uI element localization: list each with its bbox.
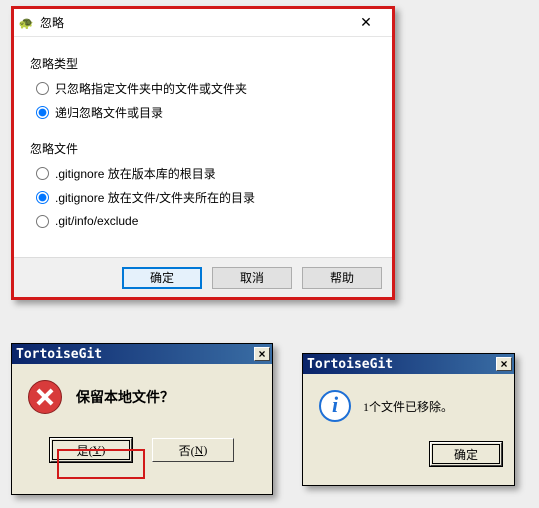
close-button[interactable]: ×: [496, 357, 512, 371]
titlebar: TortoiseGit ×: [12, 344, 272, 364]
radio-ignore-type-recursive[interactable]: 递归忽略文件或目录: [36, 102, 376, 122]
cancel-button[interactable]: 取消: [212, 267, 292, 289]
btn-prefix: 否(: [179, 442, 195, 459]
yes-button[interactable]: 是(Y): [50, 438, 132, 462]
close-button[interactable]: ×: [254, 347, 270, 361]
info-icon: [319, 390, 351, 422]
keep-local-dialog: TortoiseGit × 保留本地文件？ 是(Y) 否(N): [11, 343, 273, 495]
btn-mnemonic: N: [195, 443, 204, 458]
window-title: TortoiseGit: [307, 357, 496, 372]
btn-suffix: ): [203, 443, 207, 458]
radio-label: .gitignore 放在版本库的根目录: [55, 165, 216, 182]
titlebar: TortoiseGit ×: [303, 354, 514, 374]
dialog-body: 1个文件已移除。: [303, 374, 514, 422]
btn-mnemonic: Y: [93, 443, 102, 458]
radio-gitignore-local[interactable]: .gitignore 放在文件/文件夹所在的目录: [36, 187, 376, 207]
radio-gitignore-root[interactable]: .gitignore 放在版本库的根目录: [36, 163, 376, 183]
btn-prefix: 是(: [77, 442, 93, 459]
window-title: TortoiseGit: [16, 347, 254, 362]
dialog-footer: 确定 取消 帮助: [14, 257, 392, 297]
radio-input[interactable]: [36, 215, 49, 228]
group-ignore-type-label: 忽略类型: [30, 55, 376, 72]
ignore-dialog: 🐢 忽略 ✕ 忽略类型 只忽略指定文件夹中的文件或文件夹 递归忽略文件或目录 忽…: [11, 6, 395, 300]
error-icon: [28, 380, 62, 414]
radio-input[interactable]: [36, 82, 49, 95]
radio-input[interactable]: [36, 106, 49, 119]
help-button[interactable]: 帮助: [302, 267, 382, 289]
radio-label: .gitignore 放在文件/文件夹所在的目录: [55, 189, 255, 206]
radio-label: .git/info/exclude: [55, 214, 138, 228]
radio-label: 只忽略指定文件夹中的文件或文件夹: [55, 80, 247, 97]
radio-ignore-type-specific[interactable]: 只忽略指定文件夹中的文件或文件夹: [36, 78, 376, 98]
dialog-footer: 确定: [303, 422, 514, 466]
ok-button[interactable]: 确定: [430, 442, 502, 466]
radio-gitinfo-exclude[interactable]: .git/info/exclude: [36, 211, 376, 231]
ok-button[interactable]: 确定: [122, 267, 202, 289]
dialog-footer: 是(Y) 否(N): [12, 438, 272, 462]
no-button[interactable]: 否(N): [152, 438, 234, 462]
close-button[interactable]: ✕: [346, 12, 386, 34]
radio-input[interactable]: [36, 167, 49, 180]
file-removed-dialog: TortoiseGit × 1个文件已移除。 确定: [302, 353, 515, 486]
dialog-body: 保留本地文件？: [12, 364, 272, 414]
radio-input[interactable]: [36, 191, 49, 204]
radio-label: 递归忽略文件或目录: [55, 104, 163, 121]
app-icon: 🐢: [18, 15, 34, 31]
dialog-body: 忽略类型 只忽略指定文件夹中的文件或文件夹 递归忽略文件或目录 忽略文件 .gi…: [14, 37, 392, 245]
btn-suffix: ): [101, 443, 105, 458]
window-title: 忽略: [40, 14, 346, 31]
message-text: 保留本地文件？: [76, 387, 174, 407]
group-ignore-file-label: 忽略文件: [30, 140, 376, 157]
titlebar: 🐢 忽略 ✕: [14, 9, 392, 37]
message-text: 1个文件已移除。: [363, 398, 453, 415]
